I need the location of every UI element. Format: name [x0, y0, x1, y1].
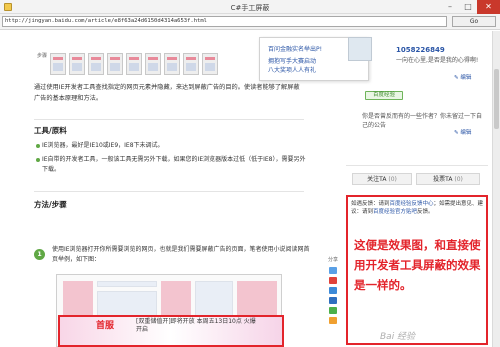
go-button[interactable]: Go	[452, 16, 496, 27]
divider	[34, 119, 304, 120]
scrollbar-thumb[interactable]	[494, 69, 499, 129]
close-button[interactable]: ✕	[477, 0, 500, 14]
step-text: 使用IE浏览器打开你所需要浏览的网页，也就是我们需要屏蔽广告的页面，笔者使用小说…	[52, 246, 310, 263]
method-title: 方法/步骤	[34, 200, 67, 209]
vote-count: (0)	[454, 176, 463, 183]
share-toolbar: 分享	[326, 257, 340, 324]
address-row: http://jingyan.baidu.com/article/e8f63a2…	[0, 14, 500, 30]
step-thumbnails	[38, 53, 228, 75]
feedback-notice: 如遇反馈：请到百度经验反馈中心；如需提出意见、建议：请到百度经验官方贴吧反馈。 …	[346, 195, 488, 345]
screenshot-block	[97, 281, 157, 287]
step-thumbnail[interactable]	[202, 53, 218, 75]
step-thumbnail[interactable]	[145, 53, 161, 75]
watermark-logo: Bai 经验	[380, 332, 416, 342]
step-thumbnail[interactable]	[69, 53, 85, 75]
step-thumbnail[interactable]	[164, 53, 180, 75]
experience-badge: 百度经验	[365, 91, 403, 100]
renren-icon[interactable]	[329, 297, 337, 304]
official-forum-link[interactable]: 百度经验官方贴吧	[373, 209, 417, 215]
popup-link[interactable]: 百问金融实名举出P!	[268, 44, 322, 53]
author-motto: 一向在心里,是否是我的心得啊!	[396, 57, 479, 64]
edit-label: 编辑	[460, 75, 472, 81]
page-content: 步骤 百问金融实名举出P! 拥抱写手大赛启动 八大奖项人人有礼 通过使用IE开发…	[0, 31, 500, 347]
step-thumbnail[interactable]	[107, 53, 123, 75]
edit-question-link[interactable]: ✎ 编辑	[454, 128, 471, 136]
vote-label: 投票TA	[433, 176, 453, 183]
tencent-weibo-icon[interactable]	[329, 287, 337, 294]
step-thumbnail[interactable]	[50, 53, 66, 75]
edit-profile-link[interactable]: ✎ 编辑	[454, 73, 471, 81]
step-thumbnail[interactable]	[183, 53, 199, 75]
notice-text: 反馈。	[417, 209, 434, 215]
step-thumbnail[interactable]	[88, 53, 104, 75]
notice-text: 如遇反馈：请到	[351, 201, 390, 207]
divider	[346, 165, 488, 166]
tools-title: 工具/原料	[34, 126, 67, 135]
banner-text-right: [双重储值开]即将开放 本周五13日10点 火爆开启	[136, 318, 256, 333]
annotation-text: 这便是效果图，和直接使用开发者工具屏蔽的效果是一样的。	[354, 238, 481, 292]
feedback-center-link[interactable]: 百度经验反馈中心	[390, 201, 434, 207]
tools-item-text: IE自带的开发者工具，一般该工具无需另外下载，如果您的IE浏览器版本过低（低于I…	[42, 156, 306, 173]
title-bar: C#手工屏蔽 – □ ✕	[0, 0, 500, 14]
follow-count: (0)	[388, 176, 397, 183]
author-sidebar: 1058226849 一向在心里,是否是我的心得啊! ✎ 编辑 百度经验 你是否…	[342, 31, 492, 347]
divider	[34, 191, 304, 192]
follow-button[interactable]: 关注TA (0)	[352, 173, 412, 185]
maximize-button[interactable]: □	[459, 0, 477, 14]
tools-item: IE自带的开发者工具，一般该工具无需另外下载，如果您的IE浏览器版本过低（低于I…	[36, 155, 306, 175]
more-share-icon[interactable]	[329, 317, 337, 324]
minimize-button[interactable]: –	[441, 0, 459, 14]
window-title: C#手工屏蔽	[230, 4, 270, 12]
weibo-icon[interactable]	[329, 277, 337, 284]
tools-item: IE浏览器，最好是IE10或IE9，IE8下未调试。	[36, 141, 306, 151]
edit-label: 编辑	[460, 130, 472, 136]
follow-label: 关注TA	[367, 176, 387, 183]
avatar[interactable]	[348, 37, 372, 61]
share-label: 分享	[327, 257, 338, 263]
author-name[interactable]: 1058226849	[396, 46, 445, 54]
tools-item-text: IE浏览器，最好是IE10或IE9，IE8下未调试。	[42, 142, 164, 149]
feedback-text: 如遇反馈：请到百度经验反馈中心；如需提出意见、建议：请到百度经验官方贴吧反馈。	[351, 200, 485, 216]
popup-link[interactable]: 八大奖项人人有礼	[268, 65, 316, 74]
vertical-scrollbar[interactable]	[492, 31, 500, 347]
banner-text-left: 首服	[96, 321, 115, 331]
qzone-icon[interactable]	[329, 267, 337, 274]
wechat-icon[interactable]	[329, 307, 337, 314]
article-intro: 通过使用IE开发者工具查找指定的网页元素并隐藏，来达到屏蔽广告的目的。使读者能够…	[34, 84, 300, 102]
step-number-badge: 1	[34, 249, 45, 260]
popup-link[interactable]: 拥抱写手大赛启动	[268, 56, 316, 65]
address-input[interactable]: http://jingyan.baidu.com/article/e8f63a2…	[2, 16, 447, 27]
step-thumbnail[interactable]	[126, 53, 142, 75]
author-tabs: 关注TA (0) 投票TA (0)	[352, 173, 482, 185]
vote-button[interactable]: 投票TA (0)	[416, 173, 480, 185]
